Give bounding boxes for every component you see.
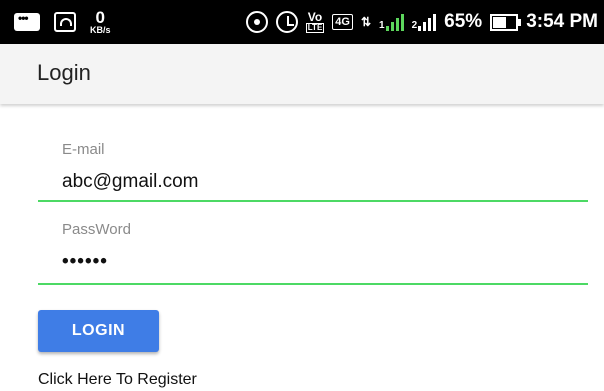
battery-icon [490,13,522,31]
register-link[interactable]: Click Here To Register [38,371,197,389]
status-bar: 0 KB/s Vo LTE 4G ⇅ 1 2 65% 3:54 PM [0,0,604,44]
data-speed-unit: KB/s [90,25,111,35]
email-underline [38,200,588,202]
data-speed-indicator: 0 KB/s [90,9,111,35]
volte-indicator: Vo LTE [305,10,325,33]
volte-bottom: LTE [305,23,325,33]
sim2-signal: 2 [412,13,437,31]
login-button[interactable]: LOGIN [38,310,159,352]
clock: 3:54 PM [526,11,598,32]
app-bar: Login [0,44,604,104]
signal-icon [385,13,404,31]
email-label: E-mail [62,141,105,158]
screen-cast-icon [54,12,76,32]
message-icon [14,11,40,31]
volte-top: Vo [307,10,323,24]
sim2-label: 2 [411,20,418,31]
data-speed-value: 0 [95,8,105,27]
signal-icon-sim2 [418,13,437,31]
battery-fill [493,16,507,28]
alarm-icon [275,11,298,33]
password-field[interactable]: •••••• [62,251,108,273]
status-bar-right: Vo LTE 4G ⇅ 1 2 65% 3:54 PM [245,0,598,44]
battery-percent: 65% [444,11,483,32]
sim1-signal: 1 [379,13,404,31]
page-title: Login [37,60,91,85]
status-bar-left: 0 KB/s [14,0,111,44]
email-field[interactable]: abc@gmail.com [62,171,199,193]
sim1-label: 1 [379,20,385,31]
password-label: PassWord [62,221,131,238]
hotspot-icon [245,11,268,33]
network-type-badge: 4G [332,14,353,30]
data-arrows-icon: ⇅ [360,15,372,29]
password-underline [38,283,588,285]
